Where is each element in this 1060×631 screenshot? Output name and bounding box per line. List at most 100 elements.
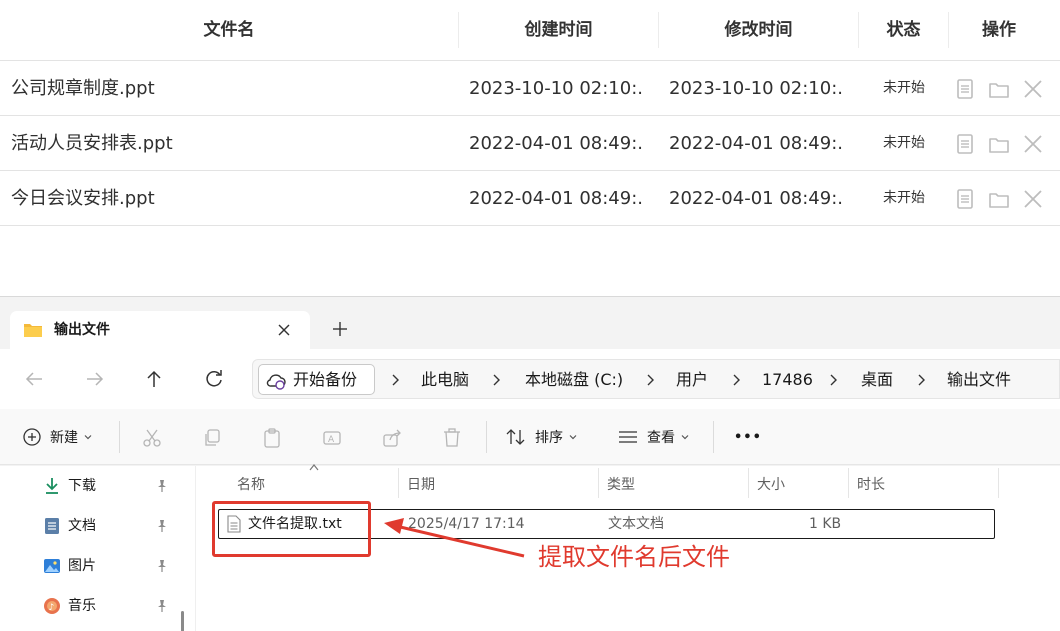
start-backup-label: 开始备份 bbox=[293, 370, 358, 389]
more-options-button[interactable]: ••• bbox=[734, 409, 762, 465]
breadcrumb-desktop[interactable]: 桌面 bbox=[861, 360, 893, 399]
column-divider[interactable] bbox=[998, 468, 999, 498]
row-created: 2022-04-01 08:49:... bbox=[469, 188, 644, 209]
chevron-down-icon bbox=[84, 435, 92, 440]
table-header: 文件名 创建时间 修改时间 状态 操作 bbox=[0, 0, 1060, 61]
header-created[interactable]: 创建时间 bbox=[459, 0, 658, 61]
pin-icon[interactable] bbox=[155, 599, 169, 613]
row-modified: 2023-10-10 02:10:... bbox=[669, 78, 844, 99]
close-icon[interactable] bbox=[1022, 78, 1044, 100]
file-type: 文本文档 bbox=[608, 516, 664, 532]
new-button[interactable]: 新建 bbox=[22, 409, 94, 465]
start-backup-button[interactable]: 开始备份 bbox=[258, 364, 375, 395]
close-icon[interactable] bbox=[275, 321, 293, 339]
header-filename[interactable]: 文件名 bbox=[0, 0, 458, 61]
chevron-down-icon bbox=[569, 435, 577, 440]
column-header-date[interactable]: 日期 bbox=[407, 470, 435, 500]
chevron-right-icon[interactable] bbox=[729, 372, 743, 388]
sidebar-item-downloads[interactable]: 下载 bbox=[42, 471, 177, 501]
header-ops: 操作 bbox=[982, 20, 1016, 40]
pictures-icon bbox=[44, 559, 60, 573]
up-arrow-icon[interactable] bbox=[142, 367, 166, 391]
content-pane: 下载 文档 图片 ♪ 音乐 名称 日期 类型 大小 时长 文件名提取.txt 2… bbox=[0, 464, 1060, 631]
pin-icon[interactable] bbox=[155, 519, 169, 533]
row-status: 未开始 bbox=[883, 80, 925, 96]
sort-label: 排序 bbox=[535, 430, 563, 446]
annotation-arrow bbox=[384, 518, 525, 558]
svg-text:A: A bbox=[328, 435, 335, 445]
new-tab-icon[interactable] bbox=[330, 319, 350, 339]
sidebar-item-label: 文档 bbox=[68, 518, 96, 534]
download-icon bbox=[46, 478, 58, 494]
column-header-size[interactable]: 大小 bbox=[757, 470, 785, 500]
table-row[interactable]: 公司规章制度.ppt 2023-10-10 02:10:... 2023-10-… bbox=[0, 61, 1060, 116]
sidebar-item-documents[interactable]: 文档 bbox=[42, 511, 177, 541]
rename-icon[interactable]: A bbox=[321, 427, 343, 449]
copy-icon[interactable] bbox=[201, 427, 223, 449]
new-label: 新建 bbox=[50, 430, 78, 446]
document-icon[interactable] bbox=[954, 78, 976, 100]
row-filename: 公司规章制度.ppt bbox=[11, 78, 155, 99]
column-divider[interactable] bbox=[848, 468, 849, 498]
sidebar-item-music[interactable]: ♪ 音乐 bbox=[42, 591, 177, 621]
chevron-right-icon[interactable] bbox=[388, 372, 402, 388]
sort-button[interactable]: 排序 bbox=[505, 409, 579, 465]
address-bar[interactable]: 开始备份 此电脑 本地磁盘 (C:) 用户 17486 桌面 输出文件 bbox=[252, 359, 1060, 399]
table-row[interactable]: 活动人员安排表.ppt 2022-04-01 08:49:... 2022-04… bbox=[0, 116, 1060, 171]
cut-icon[interactable] bbox=[141, 427, 163, 449]
sidebar-scrollbar[interactable] bbox=[181, 611, 184, 631]
row-filename: 活动人员安排表.ppt bbox=[11, 133, 173, 154]
column-divider[interactable] bbox=[598, 468, 599, 498]
sort-ascending-icon bbox=[309, 464, 319, 471]
pin-icon[interactable] bbox=[155, 559, 169, 573]
folder-icon bbox=[24, 324, 42, 337]
sidebar-item-pictures[interactable]: 图片 bbox=[42, 551, 177, 581]
forward-arrow-icon[interactable] bbox=[83, 367, 107, 391]
delete-icon[interactable] bbox=[441, 427, 463, 449]
toolbar-divider bbox=[486, 421, 487, 453]
column-header-type[interactable]: 类型 bbox=[607, 470, 635, 500]
row-created: 2022-04-01 08:49:... bbox=[469, 133, 644, 154]
sidebar-item-label: 音乐 bbox=[68, 598, 96, 614]
header-status: 状态 bbox=[886, 20, 921, 40]
row-filename: 今日会议安排.ppt bbox=[11, 188, 155, 209]
paste-icon[interactable] bbox=[261, 427, 283, 449]
header-modified[interactable]: 修改时间 bbox=[659, 0, 858, 61]
command-bar: 新建 A 排序 查看 ••• bbox=[0, 409, 1060, 465]
chevron-right-icon[interactable] bbox=[826, 372, 840, 388]
sidebar-item-label: 图片 bbox=[68, 558, 96, 574]
close-icon[interactable] bbox=[1022, 188, 1044, 210]
toolbar-divider bbox=[119, 421, 120, 453]
chevron-right-icon[interactable] bbox=[643, 372, 657, 388]
back-arrow-icon[interactable] bbox=[22, 367, 46, 391]
cloud-backup-icon bbox=[266, 374, 286, 390]
breadcrumb-users[interactable]: 用户 bbox=[676, 360, 708, 399]
chevron-right-icon[interactable] bbox=[489, 372, 503, 388]
tab-output-folder[interactable]: 输出文件 bbox=[10, 311, 310, 349]
breadcrumb-local-disk[interactable]: 本地磁盘 (C:) bbox=[525, 360, 623, 399]
folder-icon[interactable] bbox=[988, 188, 1010, 210]
column-divider[interactable] bbox=[398, 468, 399, 498]
view-button[interactable]: 查看 bbox=[617, 409, 691, 465]
pin-icon[interactable] bbox=[155, 479, 169, 493]
folder-icon[interactable] bbox=[988, 133, 1010, 155]
view-list-icon bbox=[619, 431, 637, 443]
highlight-box bbox=[212, 501, 371, 557]
sort-icon bbox=[506, 429, 525, 445]
column-header-name[interactable]: 名称 bbox=[237, 470, 265, 500]
music-icon: ♪ bbox=[44, 598, 60, 614]
sidebar-item-label: 下载 bbox=[68, 478, 96, 494]
document-icon[interactable] bbox=[954, 188, 976, 210]
column-divider[interactable] bbox=[748, 468, 749, 498]
breadcrumb-output-folder[interactable]: 输出文件 bbox=[947, 360, 1011, 399]
column-header-duration[interactable]: 时长 bbox=[857, 470, 885, 500]
chevron-right-icon[interactable] bbox=[914, 372, 928, 388]
breadcrumb-this-pc[interactable]: 此电脑 bbox=[421, 360, 469, 399]
folder-icon[interactable] bbox=[988, 78, 1010, 100]
table-row[interactable]: 今日会议安排.ppt 2022-04-01 08:49:... 2022-04-… bbox=[0, 171, 1060, 226]
breadcrumb-user-folder[interactable]: 17486 bbox=[762, 360, 813, 399]
document-icon[interactable] bbox=[954, 133, 976, 155]
share-icon[interactable] bbox=[381, 427, 403, 449]
close-icon[interactable] bbox=[1022, 133, 1044, 155]
refresh-icon[interactable] bbox=[202, 367, 226, 391]
